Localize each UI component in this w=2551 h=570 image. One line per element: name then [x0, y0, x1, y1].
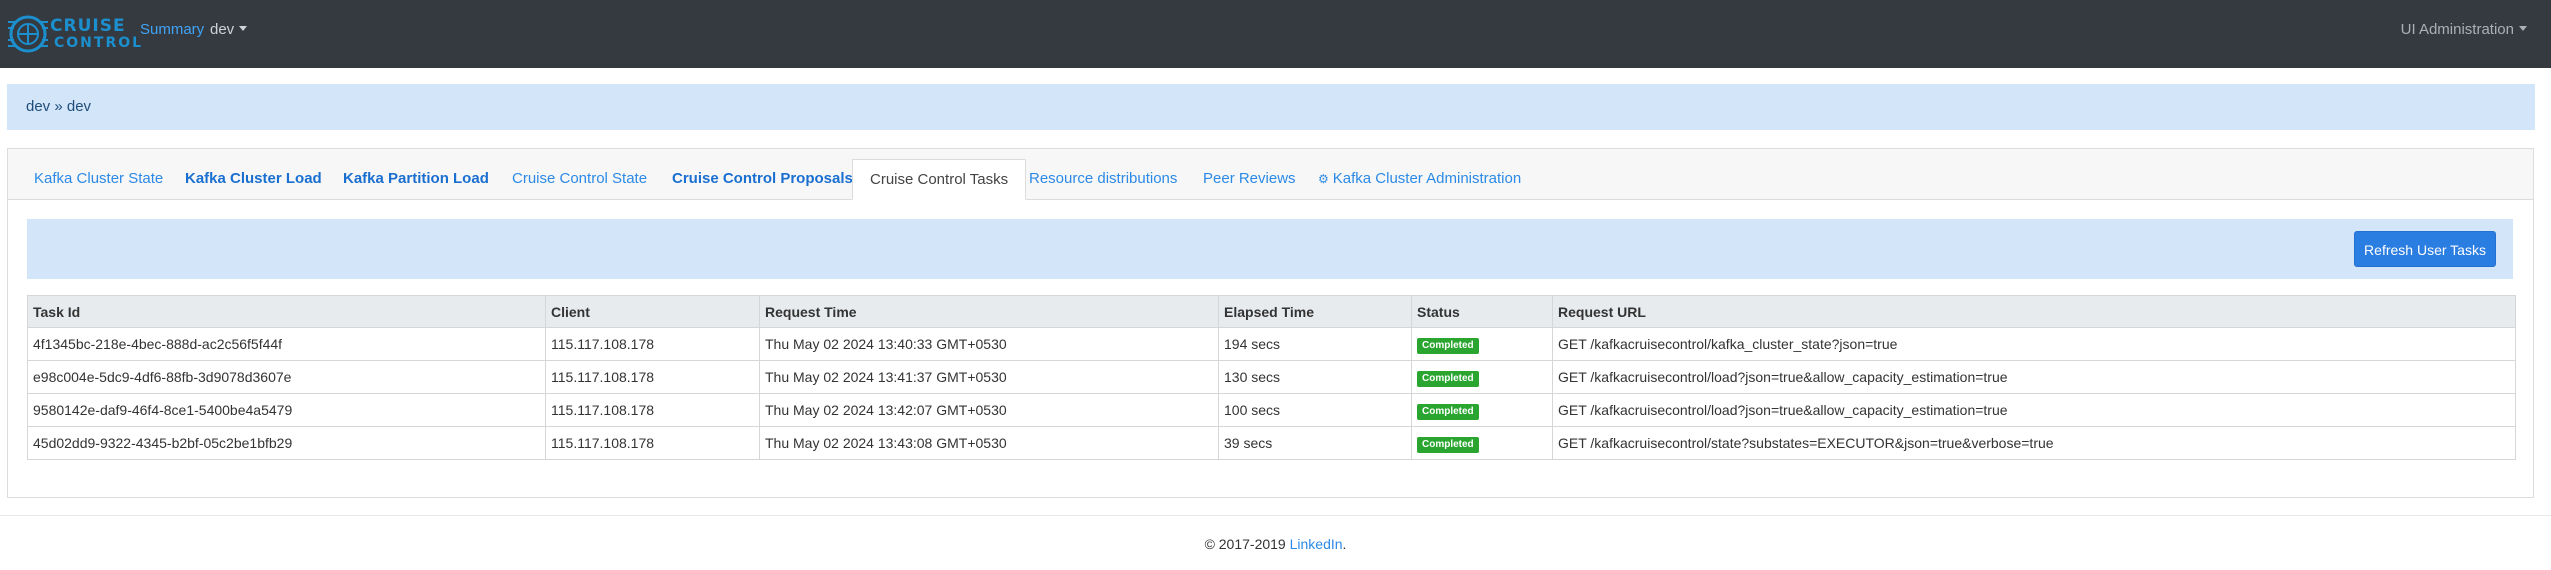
table-row: 9580142e-daf9-46f4-8ce1-5400be4a5479 115…: [27, 393, 2516, 427]
status-cell: Completed: [1411, 393, 1553, 427]
table-row: 4f1345bc-218e-4bec-888d-ac2c56f5f44f 115…: [27, 327, 2516, 361]
chevron-down-icon: [239, 26, 248, 31]
status-cell: Completed: [1411, 360, 1553, 394]
tab-kafka-partition-load[interactable]: Kafka Partition Load: [343, 159, 489, 199]
tab-cruise-control-state[interactable]: Cruise Control State: [512, 159, 647, 199]
footer-copyright: © 2017-2019: [1204, 536, 1290, 552]
logo-icon: [8, 15, 48, 53]
task-id: 45d02dd9-9322-4345-b2bf-05c2be1bfb29: [27, 426, 546, 460]
table-row: e98c004e-5dc9-4df6-88fb-3d9078d3607e 115…: [27, 360, 2516, 394]
tab-bar: Kafka Cluster State Kafka Cluster Load K…: [8, 149, 2533, 200]
status-badge: Completed: [1417, 370, 1479, 387]
tab-peer-reviews[interactable]: Peer Reviews: [1203, 159, 1296, 199]
logo-text: CRUISE CONTROL: [50, 18, 143, 52]
tab-kafka-cluster-administration[interactable]: ⚙ Kafka Cluster Administration: [1318, 159, 1521, 199]
tab-cruise-control-tasks[interactable]: Cruise Control Tasks: [852, 159, 1027, 200]
tab-resource-distributions[interactable]: Resource distributions: [1029, 159, 1177, 199]
task-id: 4f1345bc-218e-4bec-888d-ac2c56f5f44f: [27, 327, 546, 361]
col-task-id[interactable]: Task Id: [27, 295, 546, 328]
logo-line-2: CONTROL: [54, 35, 144, 51]
status-badge: Completed: [1417, 403, 1479, 420]
user-tasks-table: Task Id Client Request Time Elapsed Time…: [27, 295, 2516, 460]
env-dropdown[interactable]: dev: [210, 21, 248, 38]
col-status[interactable]: Status: [1411, 295, 1553, 328]
request-time: Thu May 02 2024 13:43:08 GMT+0530: [759, 426, 1219, 460]
footer-divider: [0, 515, 2551, 516]
col-request-time[interactable]: Request Time: [759, 295, 1219, 328]
col-elapsed-time[interactable]: Elapsed Time: [1218, 295, 1412, 328]
breadcrumb: dev » dev: [7, 84, 2535, 130]
tab-label: Kafka Cluster Administration: [1332, 170, 1522, 187]
task-id: 9580142e-daf9-46f4-8ce1-5400be4a5479: [27, 393, 546, 427]
elapsed-time: 100 secs: [1218, 393, 1412, 427]
env-dropdown-label: dev: [210, 21, 235, 38]
footer: © 2017-2019 LinkedIn.: [0, 536, 2551, 552]
client: 115.117.108.178: [545, 393, 760, 427]
tab-kafka-cluster-state[interactable]: Kafka Cluster State: [34, 159, 163, 199]
linkedin-link[interactable]: LinkedIn: [1290, 536, 1343, 552]
table-header-row: Task Id Client Request Time Elapsed Time…: [27, 295, 2516, 328]
top-navbar: CRUISE CONTROL Summary dev UI Administra…: [0, 0, 2551, 68]
request-time: Thu May 02 2024 13:40:33 GMT+0530: [759, 327, 1219, 361]
main-card: Kafka Cluster State Kafka Cluster Load K…: [7, 148, 2534, 498]
logo-line-1: CRUISE: [50, 16, 126, 36]
request-time: Thu May 02 2024 13:42:07 GMT+0530: [759, 393, 1219, 427]
request-url: GET /kafkacruisecontrol/state?substates=…: [1552, 426, 2516, 460]
tab-kafka-cluster-load[interactable]: Kafka Cluster Load: [185, 159, 322, 199]
status-badge: Completed: [1417, 337, 1479, 354]
client: 115.117.108.178: [545, 360, 760, 394]
request-url: GET /kafkacruisecontrol/kafka_cluster_st…: [1552, 327, 2516, 361]
cruise-control-logo[interactable]: CRUISE CONTROL: [6, 10, 141, 58]
request-url: GET /kafkacruisecontrol/load?json=true&a…: [1552, 393, 2516, 427]
elapsed-time: 130 secs: [1218, 360, 1412, 394]
client: 115.117.108.178: [545, 327, 760, 361]
task-toolbar: Refresh User Tasks: [27, 219, 2513, 279]
ui-admin-label: UI Administration: [2400, 21, 2514, 38]
table-row: 45d02dd9-9322-4345-b2bf-05c2be1bfb29 115…: [27, 426, 2516, 460]
elapsed-time: 39 secs: [1218, 426, 1412, 460]
elapsed-time: 194 secs: [1218, 327, 1412, 361]
col-client[interactable]: Client: [545, 295, 760, 328]
col-request-url[interactable]: Request URL: [1552, 295, 2516, 328]
task-id: e98c004e-5dc9-4df6-88fb-3d9078d3607e: [27, 360, 546, 394]
footer-period: .: [1342, 536, 1347, 552]
tab-cruise-control-proposals[interactable]: Cruise Control Proposals: [672, 159, 853, 199]
status-badge: Completed: [1417, 436, 1479, 453]
nav-summary-link[interactable]: Summary: [140, 21, 204, 38]
breadcrumb-text[interactable]: dev » dev: [26, 98, 91, 115]
chevron-down-icon: [2519, 26, 2527, 31]
ui-admin-dropdown[interactable]: UI Administration: [2401, 21, 2527, 38]
request-url: GET /kafkacruisecontrol/load?json=true&a…: [1552, 360, 2516, 394]
refresh-user-tasks-button[interactable]: Refresh User Tasks: [2354, 231, 2496, 267]
gear-icon: ⚙: [1318, 172, 1329, 186]
client: 115.117.108.178: [545, 426, 760, 460]
status-cell: Completed: [1411, 327, 1553, 361]
status-cell: Completed: [1411, 426, 1553, 460]
request-time: Thu May 02 2024 13:41:37 GMT+0530: [759, 360, 1219, 394]
